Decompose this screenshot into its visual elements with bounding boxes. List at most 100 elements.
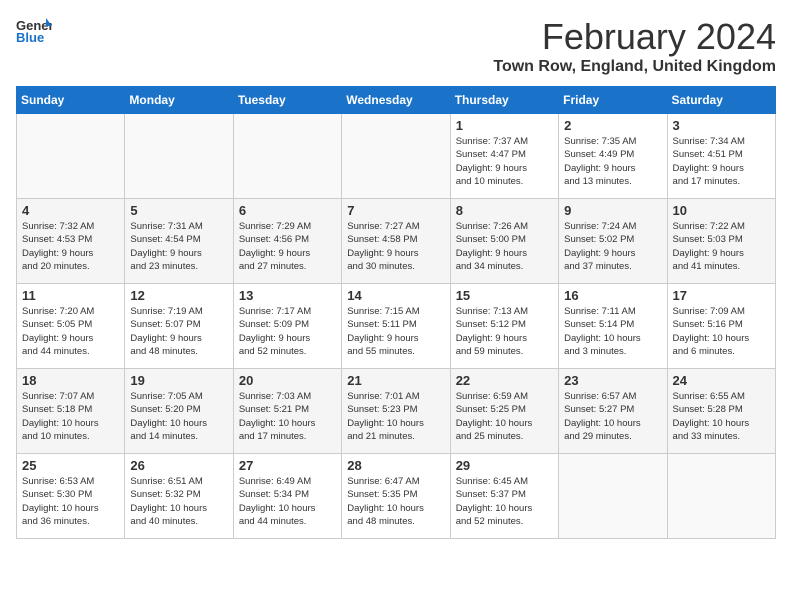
calendar-cell: 20 Sunrise: 7:03 AMSunset: 5:21 PMDayligh…	[233, 369, 341, 454]
day-number: 22	[456, 373, 553, 388]
day-info: Sunrise: 7:27 AMSunset: 4:58 PMDaylight:…	[347, 220, 444, 273]
calendar-cell: 10 Sunrise: 7:22 AMSunset: 5:03 PMDayligh…	[667, 199, 775, 284]
calendar-cell	[125, 114, 233, 199]
day-info: Sunrise: 6:59 AMSunset: 5:25 PMDaylight:…	[456, 390, 553, 443]
weekday-header-tuesday: Tuesday	[233, 87, 341, 114]
calendar-cell: 8 Sunrise: 7:26 AMSunset: 5:00 PMDaylight…	[450, 199, 558, 284]
day-number: 2	[564, 118, 661, 133]
day-info: Sunrise: 6:55 AMSunset: 5:28 PMDaylight:…	[673, 390, 770, 443]
title-area: February 2024 Town Row, England, United …	[493, 16, 776, 76]
day-info: Sunrise: 7:01 AMSunset: 5:23 PMDaylight:…	[347, 390, 444, 443]
calendar-cell: 25Sunrise: 6:53 AMSunset: 5:30 PMDayligh…	[17, 454, 125, 539]
calendar-cell	[17, 114, 125, 199]
weekday-header-row: SundayMondayTuesdayWednesdayThursdayFrid…	[17, 87, 776, 114]
calendar-week-row: 1 Sunrise: 7:37 AMSunset: 4:47 PMDaylight…	[17, 114, 776, 199]
day-number: 8	[456, 203, 553, 218]
calendar-week-row: 4 Sunrise: 7:32 AMSunset: 4:53 PMDaylight…	[17, 199, 776, 284]
weekday-header-monday: Monday	[125, 87, 233, 114]
day-number: 18	[22, 373, 119, 388]
day-info: Sunrise: 7:19 AMSunset: 5:07 PMDaylight:…	[130, 305, 227, 358]
calendar-cell: 14 Sunrise: 7:15 AMSunset: 5:11 PMDayligh…	[342, 284, 450, 369]
calendar-cell: 23 Sunrise: 6:57 AMSunset: 5:27 PMDayligh…	[559, 369, 667, 454]
logo-icon: General Blue	[16, 16, 52, 44]
calendar-cell: 2 Sunrise: 7:35 AMSunset: 4:49 PMDaylight…	[559, 114, 667, 199]
calendar-cell: 4 Sunrise: 7:32 AMSunset: 4:53 PMDaylight…	[17, 199, 125, 284]
day-number: 11	[22, 288, 119, 303]
day-info: Sunrise: 6:45 AMSunset: 5:37 PMDaylight:…	[456, 475, 553, 528]
day-info: Sunrise: 7:05 AMSunset: 5:20 PMDaylight:…	[130, 390, 227, 443]
day-number: 15	[456, 288, 553, 303]
weekday-header-thursday: Thursday	[450, 87, 558, 114]
weekday-header-wednesday: Wednesday	[342, 87, 450, 114]
day-info: Sunrise: 7:09 AMSunset: 5:16 PMDaylight:…	[673, 305, 770, 358]
day-info: Sunrise: 7:13 AMSunset: 5:12 PMDaylight:…	[456, 305, 553, 358]
calendar-cell: 1 Sunrise: 7:37 AMSunset: 4:47 PMDaylight…	[450, 114, 558, 199]
day-number: 29	[456, 458, 553, 473]
day-number: 4	[22, 203, 119, 218]
header: General Blue February 2024 Town Row, Eng…	[16, 16, 776, 76]
day-info: Sunrise: 7:15 AMSunset: 5:11 PMDaylight:…	[347, 305, 444, 358]
calendar-cell: 7 Sunrise: 7:27 AMSunset: 4:58 PMDaylight…	[342, 199, 450, 284]
day-info: Sunrise: 7:17 AMSunset: 5:09 PMDaylight:…	[239, 305, 336, 358]
calendar-cell	[559, 454, 667, 539]
day-number: 21	[347, 373, 444, 388]
day-info: Sunrise: 7:07 AMSunset: 5:18 PMDaylight:…	[22, 390, 119, 443]
calendar-week-row: 11Sunrise: 7:20 AMSunset: 5:05 PMDayligh…	[17, 284, 776, 369]
calendar-cell	[342, 114, 450, 199]
calendar-cell: 28Sunrise: 6:47 AMSunset: 5:35 PMDayligh…	[342, 454, 450, 539]
day-info: Sunrise: 7:26 AMSunset: 5:00 PMDaylight:…	[456, 220, 553, 273]
day-number: 28	[347, 458, 444, 473]
calendar-cell: 26Sunrise: 6:51 AMSunset: 5:32 PMDayligh…	[125, 454, 233, 539]
calendar-cell: 18 Sunrise: 7:07 AMSunset: 5:18 PMDayligh…	[17, 369, 125, 454]
day-number: 24	[673, 373, 770, 388]
svg-text:Blue: Blue	[16, 30, 44, 44]
calendar-cell: 22 Sunrise: 6:59 AMSunset: 5:25 PMDayligh…	[450, 369, 558, 454]
calendar-cell: 24 Sunrise: 6:55 AMSunset: 5:28 PMDayligh…	[667, 369, 775, 454]
day-info: Sunrise: 7:24 AMSunset: 5:02 PMDaylight:…	[564, 220, 661, 273]
day-info: Sunrise: 6:49 AMSunset: 5:34 PMDaylight:…	[239, 475, 336, 528]
day-number: 27	[239, 458, 336, 473]
day-number: 12	[130, 288, 227, 303]
day-info: Sunrise: 6:57 AMSunset: 5:27 PMDaylight:…	[564, 390, 661, 443]
day-info: Sunrise: 7:32 AMSunset: 4:53 PMDaylight:…	[22, 220, 119, 273]
day-number: 6	[239, 203, 336, 218]
calendar-cell	[667, 454, 775, 539]
day-number: 10	[673, 203, 770, 218]
logo: General Blue	[16, 16, 52, 44]
calendar-cell: 3Sunrise: 7:34 AMSunset: 4:51 PMDaylight…	[667, 114, 775, 199]
day-number: 20	[239, 373, 336, 388]
day-info: Sunrise: 7:11 AMSunset: 5:14 PMDaylight:…	[564, 305, 661, 358]
calendar-cell: 21 Sunrise: 7:01 AMSunset: 5:23 PMDayligh…	[342, 369, 450, 454]
day-number: 23	[564, 373, 661, 388]
weekday-header-saturday: Saturday	[667, 87, 775, 114]
calendar-cell: 5Sunrise: 7:31 AMSunset: 4:54 PMDaylight…	[125, 199, 233, 284]
day-number: 26	[130, 458, 227, 473]
day-number: 9	[564, 203, 661, 218]
day-number: 7	[347, 203, 444, 218]
day-info: Sunrise: 7:35 AMSunset: 4:49 PMDaylight:…	[564, 135, 661, 188]
day-info: Sunrise: 7:37 AMSunset: 4:47 PMDaylight:…	[456, 135, 553, 188]
weekday-header-friday: Friday	[559, 87, 667, 114]
calendar-cell: 19 Sunrise: 7:05 AMSunset: 5:20 PMDayligh…	[125, 369, 233, 454]
day-number: 25	[22, 458, 119, 473]
day-info: Sunrise: 7:22 AMSunset: 5:03 PMDaylight:…	[673, 220, 770, 273]
calendar-body: 1 Sunrise: 7:37 AMSunset: 4:47 PMDaylight…	[17, 114, 776, 539]
day-number: 17	[673, 288, 770, 303]
calendar-cell: 17 Sunrise: 7:09 AMSunset: 5:16 PMDayligh…	[667, 284, 775, 369]
calendar-cell: 13Sunrise: 7:17 AMSunset: 5:09 PMDayligh…	[233, 284, 341, 369]
day-number: 14	[347, 288, 444, 303]
day-number: 19	[130, 373, 227, 388]
calendar-week-row: 18 Sunrise: 7:07 AMSunset: 5:18 PMDayligh…	[17, 369, 776, 454]
calendar-table: SundayMondayTuesdayWednesdayThursdayFrid…	[16, 86, 776, 539]
calendar-cell: 16Sunrise: 7:11 AMSunset: 5:14 PMDayligh…	[559, 284, 667, 369]
day-number: 1	[456, 118, 553, 133]
calendar-cell: 11Sunrise: 7:20 AMSunset: 5:05 PMDayligh…	[17, 284, 125, 369]
calendar-cell	[233, 114, 341, 199]
calendar-cell: 15 Sunrise: 7:13 AMSunset: 5:12 PMDayligh…	[450, 284, 558, 369]
calendar-week-row: 25Sunrise: 6:53 AMSunset: 5:30 PMDayligh…	[17, 454, 776, 539]
calendar-cell: 27 Sunrise: 6:49 AMSunset: 5:34 PMDayligh…	[233, 454, 341, 539]
day-number: 3	[673, 118, 770, 133]
day-info: Sunrise: 7:31 AMSunset: 4:54 PMDaylight:…	[130, 220, 227, 273]
calendar-cell: 9 Sunrise: 7:24 AMSunset: 5:02 PMDaylight…	[559, 199, 667, 284]
day-info: Sunrise: 7:03 AMSunset: 5:21 PMDaylight:…	[239, 390, 336, 443]
